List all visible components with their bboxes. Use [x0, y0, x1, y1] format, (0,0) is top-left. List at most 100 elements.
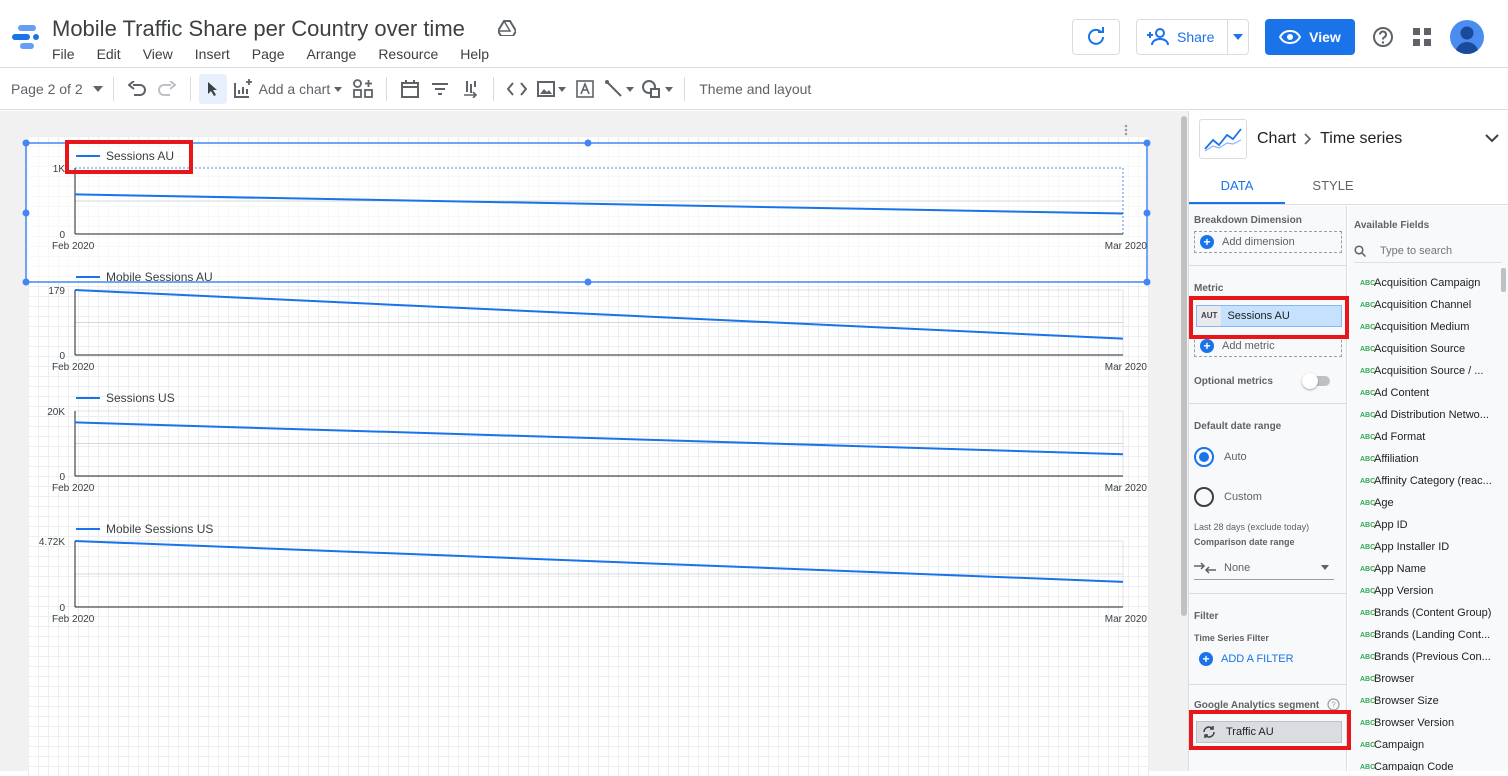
field-list-item[interactable]: ABCAcquisition Source	[1348, 338, 1503, 360]
fields-scrollbar-thumb[interactable]	[1501, 268, 1506, 292]
menu-resource[interactable]: Resource	[378, 46, 438, 62]
data-control-button[interactable]	[455, 74, 485, 104]
field-list-item[interactable]: ABCBrands (Landing Cont...	[1348, 624, 1503, 646]
date-auto-option[interactable]: Auto	[1194, 447, 1247, 467]
resize-handle[interactable]	[585, 279, 592, 286]
field-list-item[interactable]: ABCAffinity Category (reac...	[1348, 470, 1503, 492]
view-button[interactable]: View	[1265, 19, 1355, 55]
field-type-badge: ABC	[1348, 434, 1374, 441]
page-selector[interactable]: Page 2 of 2	[0, 74, 103, 104]
y-tick-label: 179	[48, 286, 65, 297]
field-list-item[interactable]: ABCAcquisition Channel	[1348, 294, 1503, 316]
scrollbar-thumb[interactable]	[1181, 116, 1187, 616]
undo-button[interactable]	[122, 74, 152, 104]
field-list-item[interactable]: ABCCampaign Code	[1348, 756, 1503, 771]
resize-handle[interactable]	[23, 140, 30, 147]
select-tool-button[interactable]	[199, 74, 227, 104]
add-filter-button[interactable]: + ADD A FILTER	[1199, 652, 1294, 666]
cursor-icon	[207, 81, 219, 97]
menu-edit[interactable]: Edit	[97, 46, 121, 62]
field-list-item[interactable]: ABCApp Version	[1348, 580, 1503, 602]
menu-file[interactable]: File	[52, 46, 75, 62]
more-options-icon[interactable]	[1125, 125, 1128, 136]
tab-data[interactable]: DATA	[1189, 169, 1285, 204]
redo-button[interactable]	[152, 74, 182, 104]
theme-layout-button[interactable]: Theme and layout	[693, 74, 817, 104]
help-icon[interactable]	[1372, 26, 1394, 48]
embed-url-button[interactable]	[502, 74, 532, 104]
tab-style[interactable]: STYLE	[1285, 169, 1381, 204]
line-button[interactable]	[600, 74, 638, 104]
caret-down-icon	[626, 87, 634, 92]
add-control-icon	[353, 79, 373, 99]
field-list-item[interactable]: ABCAcquisition Campaign	[1348, 272, 1503, 294]
refresh-button[interactable]	[1072, 19, 1120, 55]
menu-insert[interactable]: Insert	[195, 46, 230, 62]
field-list-item[interactable]: ABCBrands (Previous Con...	[1348, 646, 1503, 668]
menu-arrange[interactable]: Arrange	[307, 46, 357, 62]
field-list-item[interactable]: ABCBrowser Version	[1348, 712, 1503, 734]
field-list-item[interactable]: ABCAd Format	[1348, 426, 1503, 448]
chart-type-header[interactable]: Chart Time series	[1189, 111, 1508, 167]
caret-down-icon	[1233, 34, 1243, 40]
add-dimension-button[interactable]: + Add dimension	[1194, 231, 1342, 253]
svg-text:?: ?	[1331, 701, 1336, 710]
report-page[interactable]: Sessions AU1K0Feb 2020Mar 2020Mobile Ses…	[28, 136, 1149, 776]
field-list-item[interactable]: ABCAcquisition Medium	[1348, 316, 1503, 338]
field-list-item[interactable]: ABCAd Distribution Netwo...	[1348, 404, 1503, 426]
time-series-chart[interactable]: Mobile Sessions AU1790Feb 2020Mar 2020	[48, 270, 1147, 373]
data-studio-logo[interactable]	[10, 24, 40, 50]
field-list-item[interactable]: ABCBrowser Size	[1348, 690, 1503, 712]
google-drive-icon[interactable]	[498, 20, 516, 36]
comparison-date-select[interactable]: None	[1194, 556, 1334, 580]
menu-view[interactable]: View	[143, 46, 173, 62]
field-type-badge: ABC	[1348, 390, 1374, 397]
field-list-item[interactable]: ABCBrands (Content Group)	[1348, 602, 1503, 624]
resize-handle[interactable]	[1144, 140, 1151, 147]
add-chart-button[interactable]: Add a chart	[227, 74, 349, 104]
apps-grid-icon[interactable]	[1412, 27, 1432, 47]
field-list-item[interactable]: ABCApp Installer ID	[1348, 536, 1503, 558]
date-custom-option[interactable]: Custom	[1194, 487, 1262, 507]
field-list-item[interactable]: ABCAge	[1348, 492, 1503, 514]
resize-handle[interactable]	[1144, 210, 1151, 217]
add-control-button[interactable]	[348, 74, 378, 104]
series-line[interactable]	[75, 541, 1123, 582]
series-line[interactable]	[75, 422, 1123, 454]
text-box-button[interactable]	[570, 74, 600, 104]
avatar[interactable]	[1450, 20, 1484, 54]
time-series-chart[interactable]: Mobile Sessions US4.72K0Feb 2020Mar 2020	[39, 522, 1148, 625]
caret-down-icon	[665, 87, 673, 92]
date-range-button[interactable]	[395, 74, 425, 104]
field-type-badge: ABC	[1348, 522, 1374, 529]
field-name: Browser Size	[1374, 695, 1439, 707]
menu-page[interactable]: Page	[252, 46, 285, 62]
time-series-chart[interactable]: Sessions US20K0Feb 2020Mar 2020	[47, 391, 1147, 494]
chevron-down-icon[interactable]	[1485, 134, 1499, 143]
field-list-item[interactable]: ABCBrowser	[1348, 668, 1503, 690]
optional-metrics-toggle[interactable]	[1304, 376, 1330, 386]
field-list-item[interactable]: ABCAffiliation	[1348, 448, 1503, 470]
field-search-input[interactable]	[1380, 245, 1490, 257]
resize-handle[interactable]	[1144, 279, 1151, 286]
canvas-scrollbar[interactable]	[1180, 111, 1188, 771]
report-title[interactable]: Mobile Traffic Share per Country over ti…	[52, 16, 465, 42]
series-line[interactable]	[75, 290, 1123, 339]
share-dropdown-button[interactable]	[1228, 34, 1248, 40]
resize-handle[interactable]	[585, 140, 592, 147]
page-indicator: Page 2 of 2	[11, 81, 83, 97]
image-button[interactable]	[532, 74, 570, 104]
share-button[interactable]: Share	[1137, 20, 1228, 54]
field-list-item[interactable]: ABCAcquisition Source / ...	[1348, 360, 1503, 382]
filter-control-button[interactable]	[425, 74, 455, 104]
resize-handle[interactable]	[23, 210, 30, 217]
resize-handle[interactable]	[23, 279, 30, 286]
field-list-item[interactable]: ABCCampaign	[1348, 734, 1503, 756]
field-type-badge: ABC	[1348, 676, 1374, 683]
field-list-item[interactable]: ABCAd Content	[1348, 382, 1503, 404]
menu-help[interactable]: Help	[460, 46, 489, 62]
shape-button[interactable]	[638, 74, 676, 104]
field-list-item[interactable]: ABCApp ID	[1348, 514, 1503, 536]
field-list-item[interactable]: ABCApp Name	[1348, 558, 1503, 580]
field-search[interactable]	[1354, 239, 1502, 263]
